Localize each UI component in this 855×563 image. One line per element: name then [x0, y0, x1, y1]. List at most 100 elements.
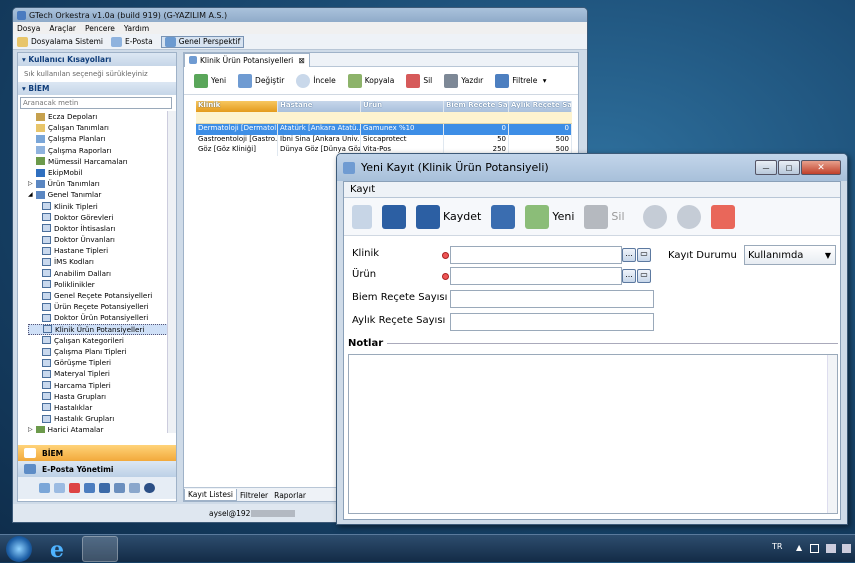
tree-item[interactable]: EkipMobil	[28, 167, 176, 178]
tree-item[interactable]: Mümessil Harcamaları	[28, 156, 176, 167]
email-accordion[interactable]: E-Posta Yönetimi	[18, 461, 176, 477]
urun-lookup-button[interactable]: ...	[622, 269, 636, 283]
tree-item[interactable]: Hastane Tipleri	[28, 245, 176, 256]
biem-section-header[interactable]: ▾ BİEM	[18, 82, 176, 95]
user-icon[interactable]	[144, 483, 155, 493]
tree-item[interactable]: Ürün Reçete Potansiyelleri	[28, 301, 176, 312]
tab-klinik-urun[interactable]: Klinik Ürün Potansiyelleri ⊠	[184, 52, 310, 67]
urun-field[interactable]	[450, 267, 622, 285]
notes-icon[interactable]	[114, 483, 125, 493]
dialog-new-button[interactable]: Yeni	[525, 204, 574, 229]
menu-dosya[interactable]: Dosya	[17, 24, 40, 33]
contacts-icon[interactable]	[99, 483, 110, 493]
arrow-up-icon[interactable]	[642, 204, 667, 229]
tree-item[interactable]: Materyal Tipleri	[28, 368, 176, 379]
tray-arrow-icon[interactable]: ▲	[796, 543, 802, 552]
calendar-icon[interactable]	[84, 483, 95, 493]
filter-row[interactable]	[196, 112, 572, 124]
col-biem[interactable]: Biem Reçete Sa...	[444, 101, 509, 112]
tree-item[interactable]: Çalışan Tanımları	[28, 122, 176, 133]
taskbar-app-orkestra[interactable]	[82, 536, 118, 562]
biem-field[interactable]	[450, 290, 654, 308]
approve-icon[interactable]	[710, 204, 735, 229]
start-button[interactable]	[6, 536, 32, 562]
network-icon[interactable]	[826, 544, 836, 553]
tree-item[interactable]: ▷ Harici Atamalar	[28, 424, 176, 433]
tree-item[interactable]: Çalışma Planları	[28, 133, 176, 144]
perspective-button[interactable]: Genel Perspektif	[160, 35, 245, 48]
mail-icon[interactable]	[54, 483, 65, 493]
col-klinik[interactable]: Klinik	[196, 101, 278, 112]
tree-item[interactable]: Doktor Ürün Potansiyelleri	[28, 312, 176, 323]
dialog-delete-button[interactable]: Sil	[584, 204, 625, 229]
table-row[interactable]: Dermatoloji [Dermatol... Atatürk [Ankara …	[196, 124, 572, 135]
email-button[interactable]: E-Posta	[110, 36, 153, 47]
tree-item[interactable]: Çalışma Raporları	[28, 145, 176, 156]
action-center-icon[interactable]	[810, 544, 819, 553]
tree-item[interactable]: Anabilim Dalları	[28, 268, 176, 279]
tab-filters[interactable]: Filtreler	[237, 490, 271, 501]
expander-icon[interactable]: ◢	[28, 189, 33, 200]
tree-item[interactable]: Doktor Ünvanları	[28, 234, 176, 245]
tree-item[interactable]: Klinik Ürün Potansiyelleri	[28, 323, 176, 335]
language-indicator[interactable]: TR	[772, 542, 782, 551]
notes-textarea[interactable]	[348, 354, 838, 514]
tree-item[interactable]: Poliklinikler	[28, 279, 176, 290]
col-aylik[interactable]: Aylık Reçete Sa...	[509, 101, 572, 112]
tree-search-input[interactable]	[20, 97, 172, 109]
close-button[interactable]: ✕	[801, 160, 841, 175]
delete-button[interactable]: Sil	[406, 73, 432, 88]
tree-item[interactable]: Doktor İhtisasları	[28, 223, 176, 234]
expander-icon[interactable]: ▷	[28, 424, 33, 433]
tree-item[interactable]: Görüşme Tipleri	[28, 357, 176, 368]
expander-icon[interactable]: ▷	[28, 178, 33, 189]
close-tab-icon[interactable]: ⊠	[296, 56, 305, 65]
klinik-lookup-button[interactable]: ...	[622, 248, 636, 262]
ie-icon[interactable]: e	[50, 537, 76, 563]
tree-item[interactable]: Doktor Görevleri	[28, 212, 176, 223]
klinik-clear-button[interactable]: ▭	[637, 248, 651, 262]
tree-item[interactable]: Hasta Grupları	[28, 391, 176, 402]
edit-button[interactable]: Değiştir	[238, 73, 284, 88]
tree-item[interactable]: ▷ Ürün Tanımları	[28, 178, 176, 189]
new-button[interactable]: Yeni	[194, 73, 226, 88]
shortcuts-header[interactable]: ▾ Kullanıcı Kısayolları	[18, 53, 176, 66]
send-icon[interactable]	[39, 483, 50, 493]
tab-record-list[interactable]: Kayıt Listesi	[184, 489, 237, 501]
volume-icon[interactable]	[842, 544, 851, 553]
maximize-button[interactable]: □	[778, 160, 800, 175]
tab-reports[interactable]: Raporlar	[271, 490, 309, 501]
menu-araclar[interactable]: Araçlar	[49, 24, 76, 33]
col-urun[interactable]: Ürün	[361, 101, 444, 112]
tree-item[interactable]: Harcama Tipleri	[28, 380, 176, 391]
aylik-field[interactable]	[450, 313, 654, 331]
print-button[interactable]: Yazdır	[444, 73, 483, 88]
tree-item[interactable]: Çalışma Planı Tipleri	[28, 346, 176, 357]
urun-clear-button[interactable]: ▭	[637, 269, 651, 283]
menu-yardim[interactable]: Yardım	[124, 24, 149, 33]
pointer-add-icon[interactable]	[352, 204, 372, 229]
minimize-button[interactable]: —	[755, 160, 777, 175]
filter-button[interactable]: Filtrele ▾	[495, 73, 547, 88]
main-titlebar[interactable]: GTech Orkestra v1.0a (build 919) (G-YAZI…	[13, 8, 587, 22]
tree-item[interactable]: Hastalıklar	[28, 402, 176, 413]
biem-accordion[interactable]: BİEM	[18, 445, 176, 461]
tree-item[interactable]: ◢ Genel Tanımlar	[28, 189, 176, 200]
klinik-field[interactable]	[450, 246, 622, 264]
copy-button[interactable]: Kopyala	[347, 73, 394, 88]
archive-icon[interactable]	[129, 483, 140, 493]
tree-item[interactable]: Hastalık Grupları	[28, 413, 176, 424]
files-button[interactable]: Dosyalama Sistemi	[17, 36, 103, 47]
table-row[interactable]: Gastroentoloji [Gastro... İbni Sina [Anka…	[196, 134, 572, 145]
tree-item[interactable]: Çalışan Kategorileri	[28, 335, 176, 346]
status-select[interactable]: Kullanımda ▼	[744, 245, 836, 265]
save-close-icon[interactable]	[382, 204, 406, 229]
tree-item[interactable]: Ecza Depoları	[28, 111, 176, 122]
tree-scrollbar[interactable]	[167, 111, 176, 433]
arrow-down-icon[interactable]	[676, 204, 701, 229]
inspect-button[interactable]: İncele	[296, 73, 336, 88]
menu-pencere[interactable]: Pencere	[85, 24, 115, 33]
col-hastane[interactable]: Hastane	[278, 101, 361, 112]
tree-item[interactable]: Genel Reçete Potansiyelleri	[28, 290, 176, 301]
tree-item[interactable]: İMS Kodları	[28, 256, 176, 267]
